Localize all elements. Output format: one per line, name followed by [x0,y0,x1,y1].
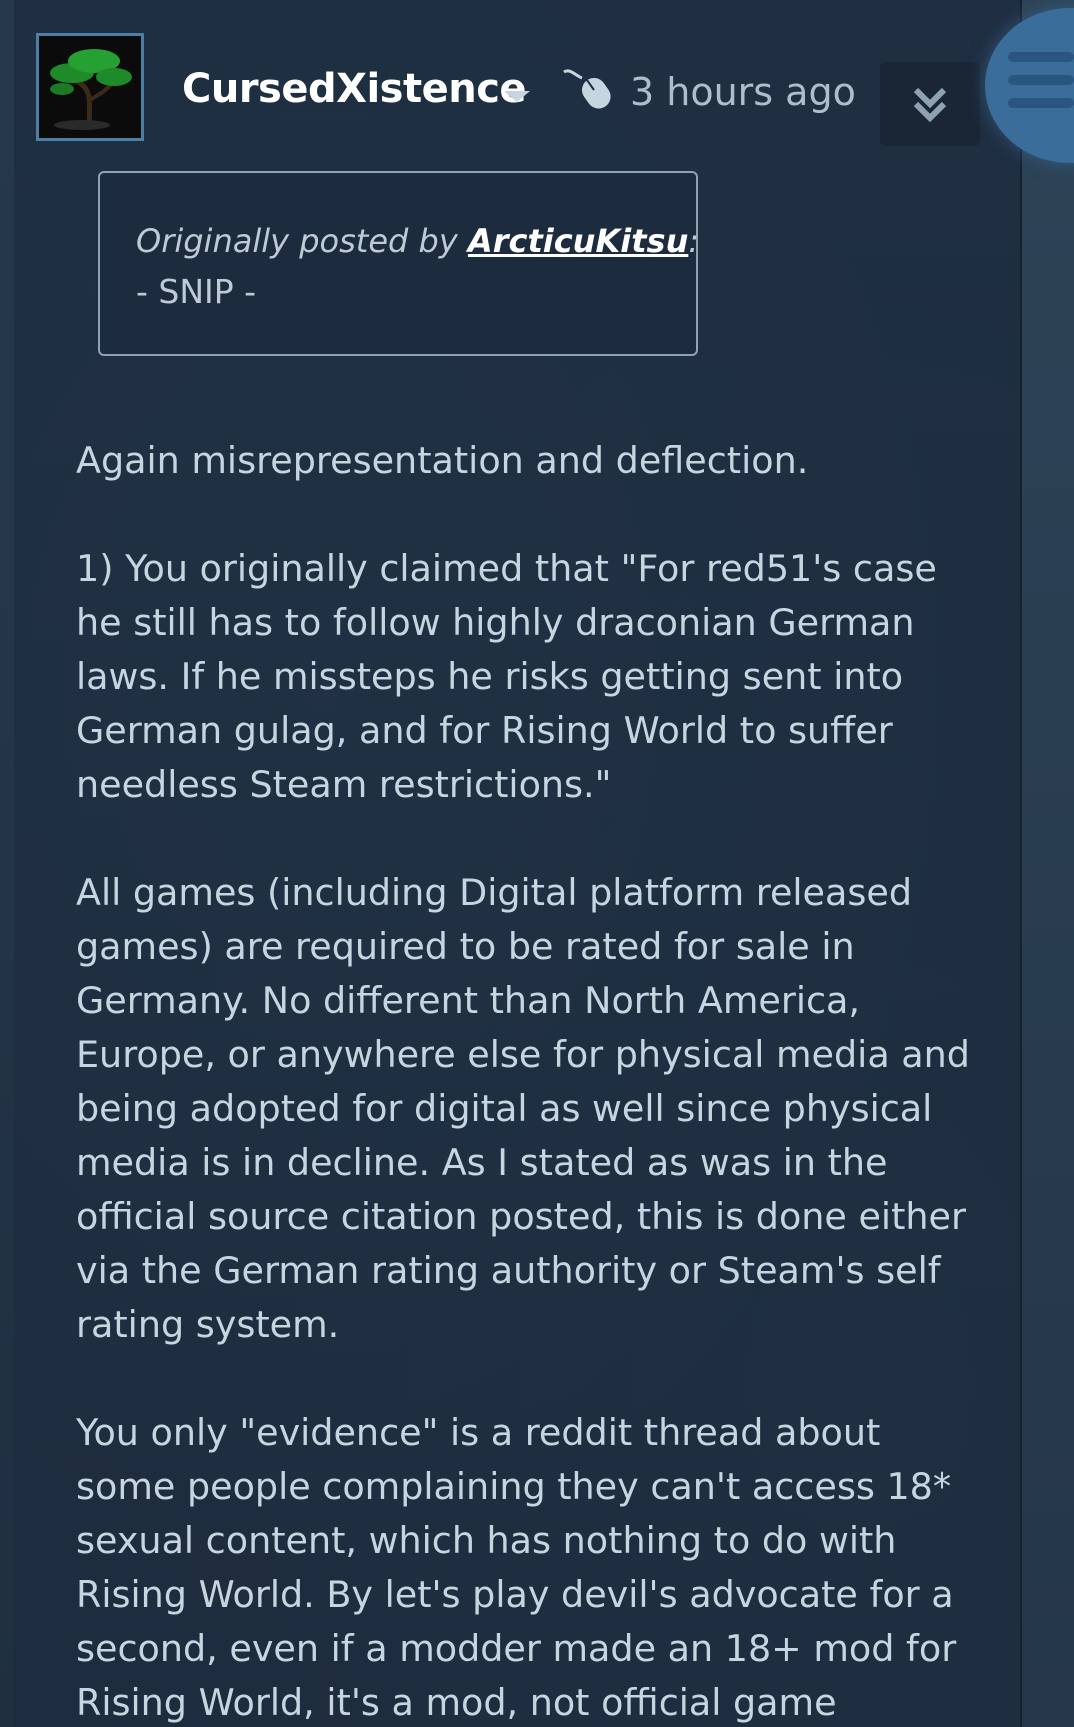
post-text-line: official source citation posted, this is… [76,1195,966,1238]
post-text-line: media is in decline. As I stated as was … [76,1141,888,1184]
post-text-line: sexual content, which has nothing to do … [76,1519,897,1562]
caret-down-icon[interactable] [504,91,530,102]
quote-suffix: : [688,222,700,260]
quote-block: Originally posted by ArcticuKitsu: - SNI… [98,171,699,356]
post-text-line: Rising World. By let's play devil's advo… [76,1573,954,1616]
post-text-line: German gulag, and for Rising World to su… [76,709,893,752]
post-text-line: Europe, or anywhere else for physical me… [76,1033,970,1076]
avatar[interactable] [36,33,144,141]
collapse-button[interactable] [880,62,980,146]
post-text-line: Germany. No different than North America… [76,979,861,1022]
post-text-line: Rising World, it's a mod, not official g… [76,1681,837,1724]
post-text-line: needless Steam restrictions." [76,763,612,806]
post-body: Again misrepresentation and deflection. 1… [76,434,996,1727]
quote-author-link[interactable]: ArcticuKitsu [468,222,688,260]
post-text-line: laws. If he missteps he risks getting se… [76,655,904,698]
hamburger-menu-icon[interactable] [1008,52,1074,121]
quote-prefix: Originally posted by [136,222,458,260]
post-text-line: he still has to follow highly draconian … [76,601,915,644]
page: CursedXistence 3 hours ago Originally po… [0,0,1074,1727]
post-text-line: rating system. [76,1303,340,1346]
post-text-line: 1) You originally claimed that "For red5… [76,547,937,590]
post-paragraph: Again misrepresentation and deflection. [76,434,996,488]
post-text-line: Again misrepresentation and deflection. [76,439,809,482]
post-text-line: All games (including Digital platform re… [76,871,913,914]
mouse-icon [563,69,611,109]
post-text-line: games) are required to be rated for sale… [76,925,855,968]
quote-header: Originally posted by ArcticuKitsu: [136,219,699,263]
double-chevron-down-icon [913,87,947,123]
post-paragraph: All games (including Digital platform re… [76,866,996,1352]
author-name[interactable]: CursedXistence [182,66,527,112]
post-timestamp: 3 hours ago [630,70,856,114]
post-text-line: some people complaining they can't acces… [76,1465,952,1508]
page-background-right [1022,0,1074,1727]
post-text-line: via the German rating authority or Steam… [76,1249,941,1292]
post-text-line: being adopted for digital as well since … [76,1087,933,1130]
post-paragraph: You only "evidence" is a reddit thread a… [76,1406,996,1727]
post-paragraph: 1) You originally claimed that "For red5… [76,542,996,812]
post-text-line: second, even if a modder made an 18+ mod… [76,1627,957,1670]
page-background-left [0,0,14,1727]
quote-text: - SNIP - [136,272,257,311]
post-text-line: You only "evidence" is a reddit thread a… [76,1411,881,1454]
bonsai-tree-avatar-icon [42,39,138,135]
